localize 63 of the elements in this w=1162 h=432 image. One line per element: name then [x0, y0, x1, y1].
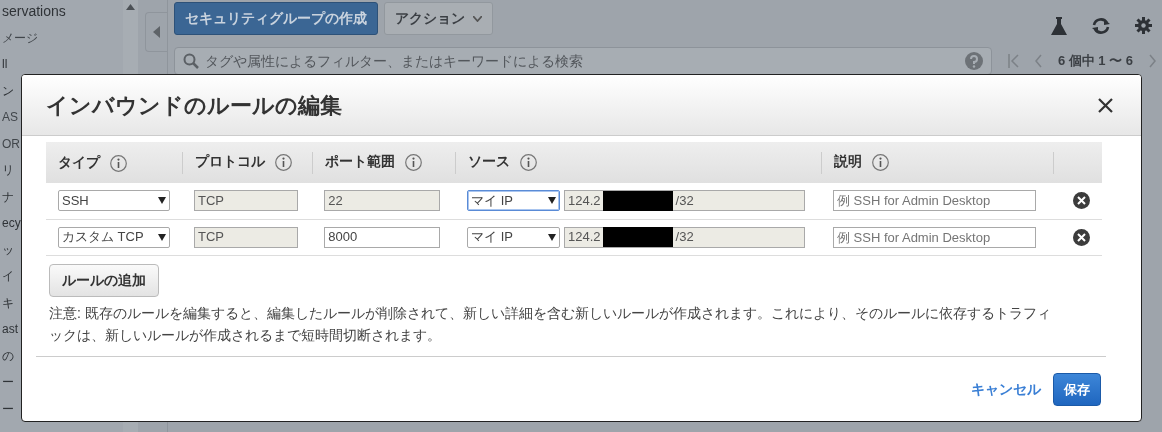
save-button[interactable]: 保存 [1053, 372, 1101, 406]
info-icon[interactable] [110, 154, 127, 172]
sidebar-item[interactable]: AS [2, 108, 18, 135]
sidebar-item[interactable]: servations [2, 2, 66, 29]
source-select[interactable]: マイ IP [467, 190, 561, 212]
sidebar-item[interactable]: ecy [2, 214, 21, 241]
column-header: 説明 [833, 153, 862, 170]
cancel-link[interactable]: キャンセル [971, 378, 1041, 400]
settings-icon[interactable] [1135, 17, 1152, 34]
create-security-group-button[interactable]: セキュリティグループの作成 [174, 2, 378, 35]
cidr-field: 124.2 /32 [564, 226, 806, 248]
caret-icon [548, 197, 557, 205]
sidebar-item[interactable]: ナ [2, 187, 14, 214]
dialog-title: インバウンドのルールの編集 [46, 91, 342, 120]
add-rule-button[interactable]: ルールの追加 [49, 263, 159, 297]
column-header: プロトコル [195, 153, 265, 170]
caret-icon [548, 233, 557, 241]
caret-icon [158, 233, 166, 241]
sidebar-item[interactable]: ー [2, 373, 14, 400]
info-icon[interactable] [520, 154, 538, 172]
protocol-field: TCP [194, 226, 298, 248]
remove-icon[interactable] [1072, 228, 1090, 246]
sidebar-item[interactable]: OR [2, 134, 20, 161]
caret-icon [473, 15, 482, 22]
protocol-field: TCP [194, 190, 298, 212]
scroll-up-icon[interactable] [126, 4, 135, 10]
help-icon [964, 52, 983, 70]
remove-icon[interactable] [1072, 192, 1090, 210]
info-icon[interactable] [871, 154, 889, 172]
port-field[interactable]: 8000 [324, 226, 441, 248]
sidebar-item[interactable]: ll [2, 55, 8, 82]
info-icon[interactable] [275, 154, 292, 172]
search-icon [183, 53, 199, 69]
warning-note: 注意: 既存のルールを編集すると、編集したルールが削除されて、新しい詳細を含む新しいルールが作成されます。これにより、そのルールに依存するトラフィックは、新しいルールが作成されるまで短時間切断されます。 [49, 303, 1052, 345]
actions-button[interactable]: アクション [384, 2, 493, 35]
sidebar-item[interactable]: イ [2, 267, 14, 294]
type-select[interactable]: SSH [58, 190, 170, 212]
info-icon[interactable] [405, 154, 423, 172]
description-field[interactable]: 例 SSH for Admin Desktop [832, 190, 1036, 212]
refresh-icon[interactable] [1091, 16, 1111, 35]
column-header: ポート範囲 [325, 153, 396, 170]
sidebar-item[interactable]: ッ [2, 240, 14, 267]
pagination-label: 6 個中 1 〜 6 [1057, 52, 1133, 71]
close-icon[interactable] [1098, 97, 1113, 113]
sidebar-item[interactable]: リ [2, 161, 14, 188]
sidebar-item[interactable]: の [2, 346, 14, 373]
redaction-bar [602, 190, 673, 211]
caret-icon [158, 197, 166, 205]
sidebar-item[interactable]: メージ [2, 28, 38, 55]
type-select[interactable]: カスタム TCP [58, 226, 170, 248]
search-field[interactable]: タグや属性によるフィルター、またはキーワードによる検索 [174, 47, 992, 75]
sidebar-item[interactable]: ン [2, 81, 14, 108]
column-header: タイプ [58, 154, 100, 170]
description-field[interactable]: 例 SSH for Admin Desktop [832, 226, 1036, 248]
sidebar-item[interactable]: キ [2, 293, 14, 320]
column-header: ソース [468, 153, 511, 170]
flask-icon[interactable] [1051, 16, 1067, 35]
port-field: 22 [324, 190, 441, 212]
sidebar-item[interactable]: ast [2, 320, 18, 347]
source-select[interactable]: マイ IP [467, 226, 561, 248]
cidr-field: 124.2 /32 [564, 190, 806, 212]
redaction-bar [602, 227, 673, 247]
sidebar-item[interactable]: ー [2, 399, 14, 426]
